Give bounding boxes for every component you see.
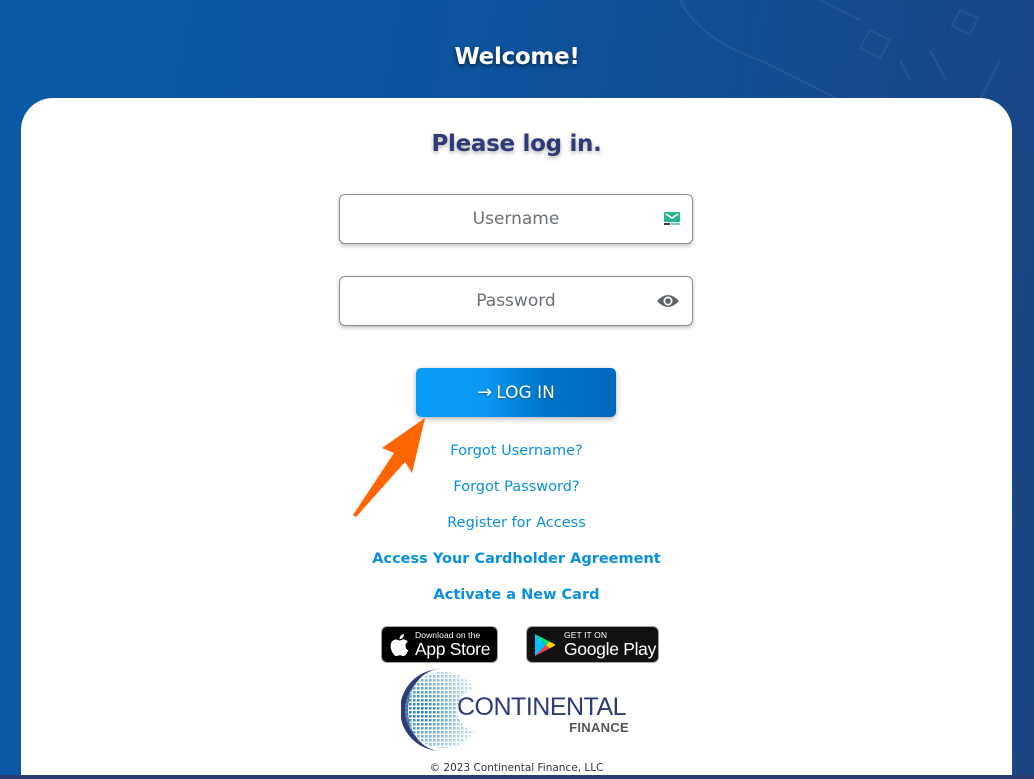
app-store-badge[interactable]: Download on the App Store: [381, 626, 498, 663]
activate-card-link[interactable]: Activate a New Card: [21, 587, 1012, 603]
login-button-label: LOG IN: [496, 382, 555, 403]
forgot-password-link[interactable]: Forgot Password?: [21, 479, 1012, 495]
password-input[interactable]: [340, 277, 692, 325]
email-autofill-icon[interactable]: [664, 212, 680, 226]
continental-finance-logo: CONTINENTAL FINANCE: [401, 667, 633, 753]
cardholder-agreement-link[interactable]: Access Your Cardholder Agreement: [21, 551, 1012, 567]
password-field[interactable]: [339, 276, 693, 326]
username-input[interactable]: [340, 195, 692, 243]
eye-icon[interactable]: [656, 293, 680, 309]
app-store-badge-big: App Store: [415, 638, 491, 659]
copyright-text: © 2023 Continental Finance, LLC: [429, 762, 604, 774]
apple-icon: [389, 633, 409, 657]
forgot-username-link[interactable]: Forgot Username?: [21, 443, 1012, 459]
logo-text-sub: FINANCE: [569, 720, 629, 735]
welcome-heading: Welcome!: [454, 44, 580, 70]
bottom-strip: [0, 775, 1034, 779]
login-card-title: Please log in.: [431, 131, 602, 157]
arrow-right-icon: →: [477, 382, 493, 403]
login-card: Please log in. → LOG IN Forgot Username?…: [21, 98, 1012, 775]
login-button[interactable]: → LOG IN: [416, 368, 616, 417]
logo-text-main: CONTINENTAL: [457, 693, 627, 721]
username-field[interactable]: [339, 194, 693, 244]
register-link[interactable]: Register for Access: [21, 515, 1012, 531]
google-play-icon: [534, 633, 556, 657]
google-play-badge[interactable]: GET IT ON Google Play: [526, 626, 659, 663]
google-play-badge-big: Google Play: [564, 638, 657, 659]
